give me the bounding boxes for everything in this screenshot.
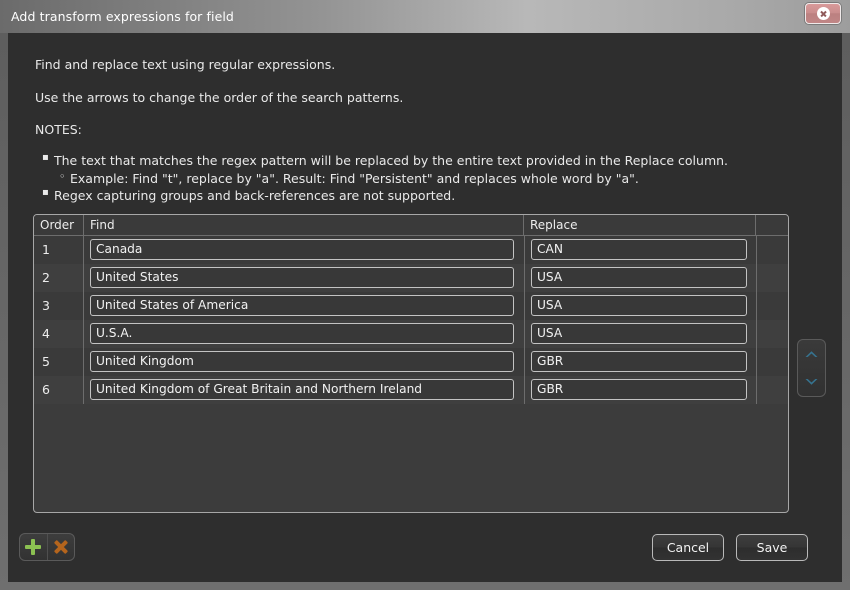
column-header-replace[interactable]: Replace	[524, 215, 756, 235]
notes-label: NOTES:	[35, 122, 82, 137]
save-button[interactable]: Save	[736, 534, 808, 561]
cell-extra	[756, 376, 788, 404]
find-input[interactable]: United States of America	[90, 295, 514, 316]
cell-extra	[756, 292, 788, 320]
dialog-content: Find and replace text using regular expr…	[8, 33, 842, 582]
info-line-1: Find and replace text using regular expr…	[35, 57, 335, 72]
replace-input[interactable]: CAN	[531, 239, 747, 260]
replace-input[interactable]: USA	[531, 323, 747, 344]
cell-extra	[756, 236, 788, 264]
close-icon	[817, 7, 830, 20]
cell-replace: CAN	[524, 236, 756, 264]
cell-order: 3	[34, 292, 84, 320]
cell-find: United Kingdom of Great Britain and Nort…	[84, 376, 524, 404]
cell-find: U.S.A.	[84, 320, 524, 348]
find-input[interactable]: U.S.A.	[90, 323, 514, 344]
note-item-1: The text that matches the regex pattern …	[54, 153, 728, 168]
table-row[interactable]: 3 United States of America USA	[34, 292, 788, 320]
cancel-button[interactable]: Cancel	[652, 534, 724, 561]
row-toolbar	[19, 533, 75, 561]
cell-order: 1	[34, 236, 84, 264]
info-line-2: Use the arrows to change the order of th…	[35, 90, 403, 105]
cell-extra	[756, 348, 788, 376]
close-button[interactable]	[805, 3, 841, 24]
dialog-window: Add transform expressions for field Find…	[0, 0, 850, 590]
title-bar[interactable]: Add transform expressions for field	[0, 0, 850, 33]
note-item-1-example: Example: Find "t", replace by "a". Resul…	[70, 171, 639, 186]
column-header-order[interactable]: Order	[34, 215, 84, 235]
table-header-row: Order Find Replace	[34, 215, 788, 236]
reorder-controls	[797, 339, 826, 397]
remove-row-button[interactable]	[48, 534, 75, 560]
find-input[interactable]: United Kingdom of Great Britain and Nort…	[90, 379, 514, 400]
cell-extra	[756, 320, 788, 348]
cell-replace: GBR	[524, 348, 756, 376]
add-row-button[interactable]	[20, 534, 47, 560]
plus-icon	[25, 539, 41, 555]
x-icon	[53, 539, 69, 555]
cell-replace: USA	[524, 292, 756, 320]
table-body: 1 Canada CAN 2 United States USA	[34, 236, 788, 404]
replace-input[interactable]: USA	[531, 295, 747, 316]
table-row[interactable]: 1 Canada CAN	[34, 236, 788, 264]
cell-replace: USA	[524, 320, 756, 348]
column-header-extra[interactable]	[756, 215, 788, 235]
column-header-find[interactable]: Find	[84, 215, 524, 235]
move-up-button[interactable]	[798, 340, 825, 368]
find-input[interactable]: United Kingdom	[90, 351, 514, 372]
replace-input[interactable]: GBR	[531, 379, 747, 400]
find-input[interactable]: Canada	[90, 239, 514, 260]
cell-order: 6	[34, 376, 84, 404]
table-row[interactable]: 5 United Kingdom GBR	[34, 348, 788, 376]
table-row[interactable]: 2 United States USA	[34, 264, 788, 292]
find-input[interactable]: United States	[90, 267, 514, 288]
transform-table: Order Find Replace 1 Canada CAN	[33, 214, 789, 513]
table-row[interactable]: 6 United Kingdom of Great Britain and No…	[34, 376, 788, 404]
cell-extra	[756, 264, 788, 292]
window-title: Add transform expressions for field	[11, 9, 234, 24]
replace-input[interactable]: USA	[531, 267, 747, 288]
chevron-up-icon	[804, 350, 819, 358]
cell-replace: USA	[524, 264, 756, 292]
cell-order: 2	[34, 264, 84, 292]
table-row[interactable]: 4 U.S.A. USA	[34, 320, 788, 348]
cell-find: United States of America	[84, 292, 524, 320]
cell-find: United States	[84, 264, 524, 292]
cell-replace: GBR	[524, 376, 756, 404]
note-item-2: Regex capturing groups and back-referenc…	[54, 188, 455, 203]
cell-order: 4	[34, 320, 84, 348]
cell-find: Canada	[84, 236, 524, 264]
cell-find: United Kingdom	[84, 348, 524, 376]
replace-input[interactable]: GBR	[531, 351, 747, 372]
move-down-button[interactable]	[798, 368, 825, 396]
cell-order: 5	[34, 348, 84, 376]
chevron-down-icon	[804, 378, 819, 386]
